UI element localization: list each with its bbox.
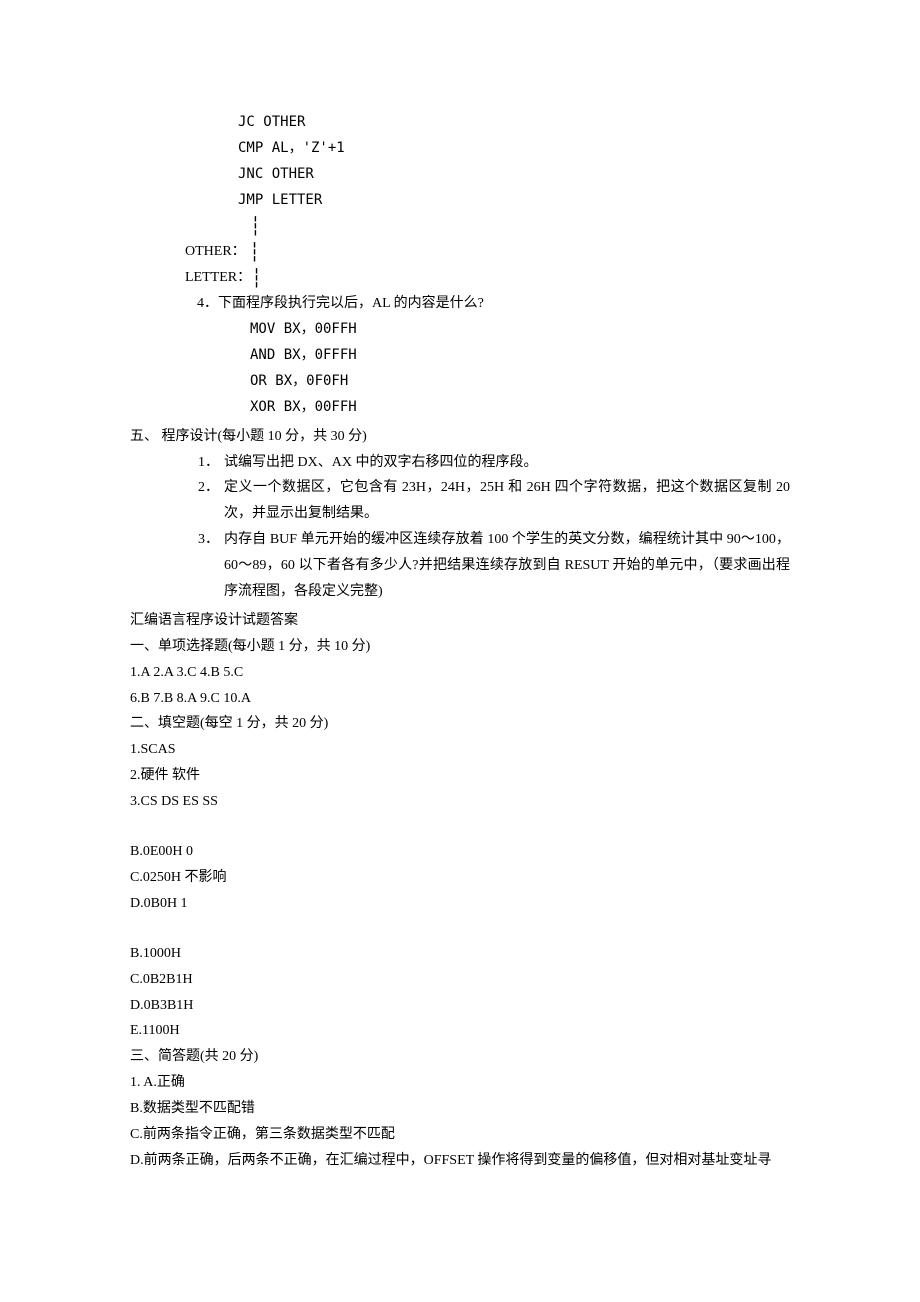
answer-line: B.0E00H 0 xyxy=(130,839,790,865)
answer-section-2: 二、填空题(每空 1 分，共 20 分) xyxy=(130,711,790,737)
answer-section-3: 三、简答题(共 20 分) xyxy=(130,1044,790,1070)
answer-line: E.1100H xyxy=(130,1018,790,1044)
list-item: 3． 内存自 BUF 单元开始的缓冲区连续存放着 100 个学生的英文分数，编程… xyxy=(198,527,790,605)
asm-label-text: LETTER： xyxy=(185,270,251,285)
list-item: 1． 试编写出把 DX、AX 中的双字右移四位的程序段。 xyxy=(198,450,790,476)
asm-code-line: JNC OTHER xyxy=(238,162,790,188)
list-number: 3． xyxy=(198,527,219,605)
answer-line: C.0250H 不影响 xyxy=(130,865,790,891)
asm-code-line: MOV BX，00FFH xyxy=(250,317,790,343)
answer-line: D.前两条正确，后两条不正确，在汇编过程中，OFFSET 操作将得到变量的偏移值… xyxy=(130,1148,790,1174)
answer-line: 1.A 2.A 3.C 4.B 5.C xyxy=(130,660,790,686)
answer-line: 6.B 7.B 8.A 9.C 10.A xyxy=(130,686,790,712)
answer-section-1: 一、单项选择题(每小题 1 分，共 10 分) xyxy=(130,634,790,660)
answer-line: B.1000H xyxy=(130,941,790,967)
answer-line: C.0B2B1H xyxy=(130,967,790,993)
list-text: 内存自 BUF 单元开始的缓冲区连续存放着 100 个学生的英文分数，编程统计其… xyxy=(224,527,790,605)
section-5-title: 五、 程序设计(每小题 10 分，共 30 分) xyxy=(130,424,790,450)
asm-code-line: JC OTHER xyxy=(238,110,790,136)
answers-title: 汇编语言程序设计试题答案 xyxy=(130,608,790,634)
vertical-ellipsis-icon: ┆ xyxy=(249,245,259,259)
asm-code-line: XOR BX，00FFH xyxy=(250,395,790,421)
list-item: 2． 定义一个数据区，它包含有 23H，24H，25H 和 26H 四个字符数据… xyxy=(198,475,790,527)
answer-line: D.0B0H 1 xyxy=(130,891,790,917)
list-text: 定义一个数据区，它包含有 23H，24H，25H 和 26H 四个字符数据，把这… xyxy=(224,475,790,527)
list-text: 试编写出把 DX、AX 中的双字右移四位的程序段。 xyxy=(224,450,790,476)
answer-line: 2.硬件 软件 xyxy=(130,763,790,789)
answer-line: 1.SCAS xyxy=(130,737,790,763)
list-number: 2． xyxy=(198,475,219,527)
answer-line: 3.CS DS ES SS xyxy=(130,789,790,815)
answer-line: B.数据类型不匹配错 xyxy=(130,1096,790,1122)
list-number: 1． xyxy=(198,450,219,476)
vertical-ellipsis-icon: ┆ xyxy=(250,214,790,240)
asm-code-line: OR BX，0F0FH xyxy=(250,369,790,395)
asm-code-line: CMP AL，'Z'+1 xyxy=(238,136,790,162)
answer-line: C.前两条指令正确，第三条数据类型不匹配 xyxy=(130,1122,790,1148)
vertical-ellipsis-icon: ┆ xyxy=(251,271,261,285)
asm-label-other: OTHER： ┆ xyxy=(185,239,790,265)
asm-code-line: AND BX，0FFFH xyxy=(250,343,790,369)
asm-label-letter: LETTER：┆ xyxy=(185,265,790,291)
answer-line: D.0B3B1H xyxy=(130,993,790,1019)
asm-code-line: JMP LETTER xyxy=(238,188,790,214)
answer-line: 1. A.正确 xyxy=(130,1070,790,1096)
asm-label-text: OTHER： xyxy=(185,244,246,259)
question-4-title: 4．下面程序段执行完以后，AL 的内容是什么? xyxy=(197,291,790,317)
